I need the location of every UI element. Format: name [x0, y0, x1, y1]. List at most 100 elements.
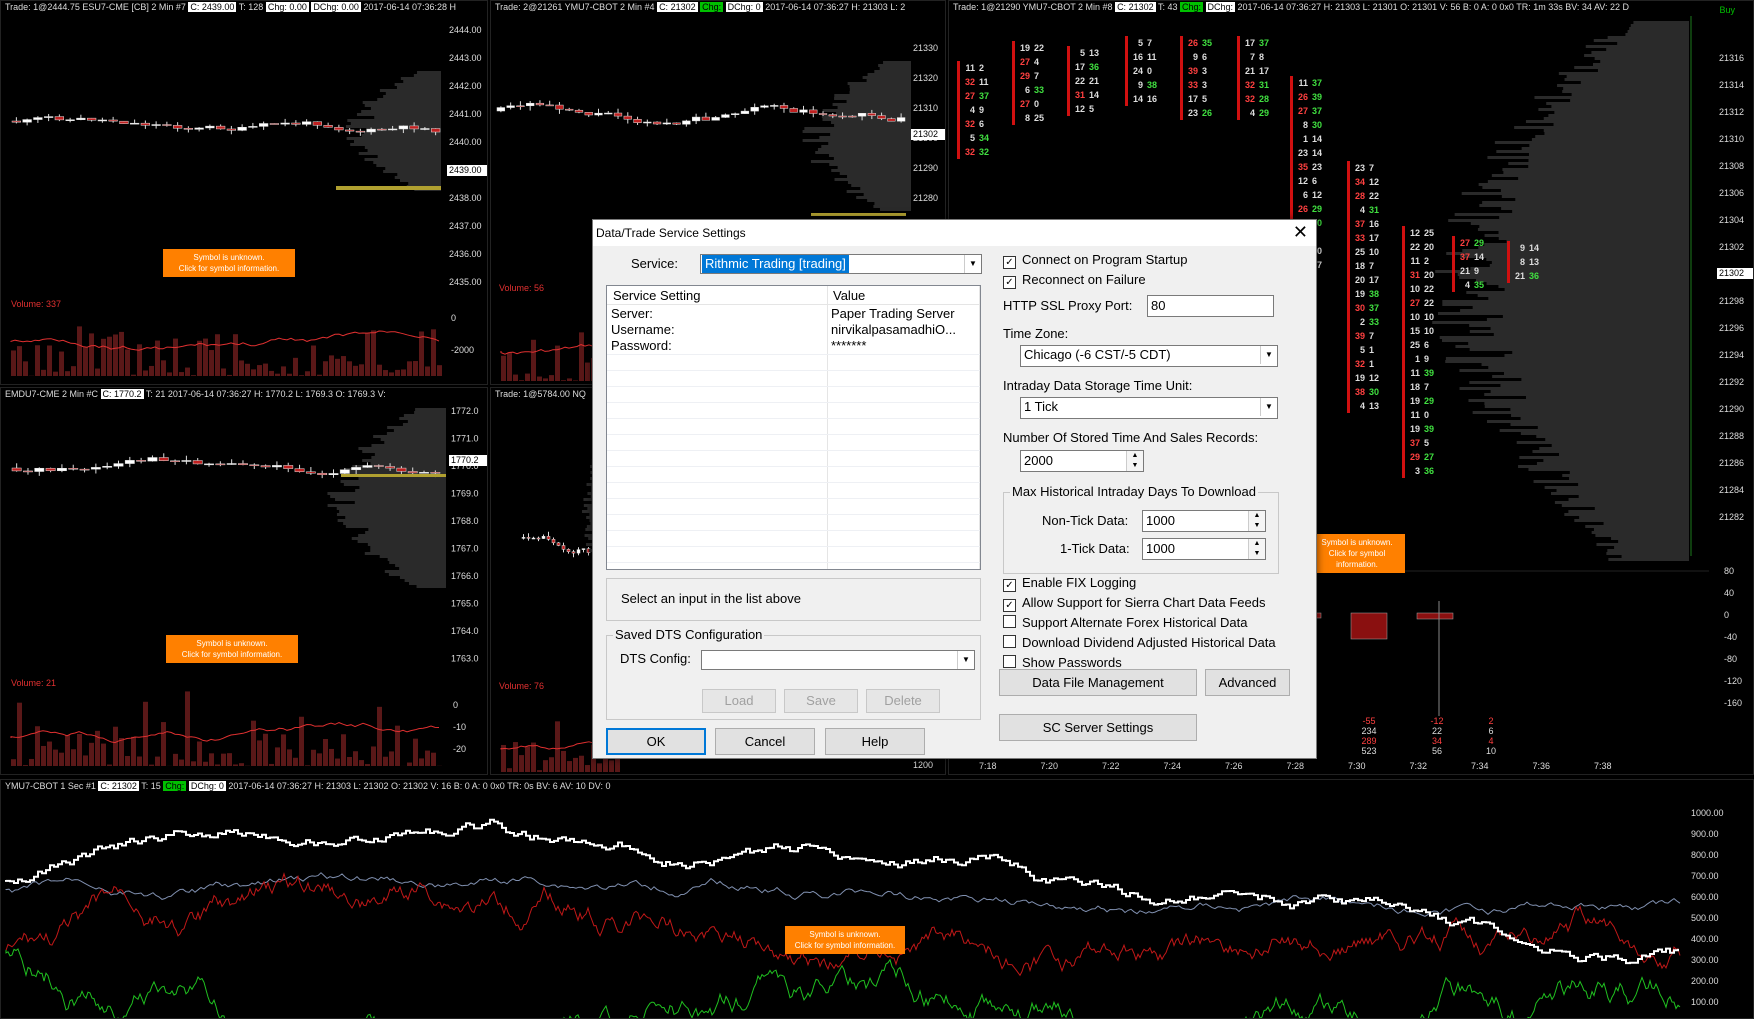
price-tick-label: 21306 — [1719, 188, 1744, 198]
chevron-down-icon[interactable]: ▼ — [1260, 398, 1277, 416]
candle-body — [770, 105, 779, 107]
candle-body — [419, 472, 429, 474]
chevron-down-icon[interactable]: ▼ — [957, 651, 974, 669]
load-button[interactable]: Load — [702, 689, 776, 713]
dts-config-select[interactable]: ▼ — [701, 650, 975, 670]
reconnect-failure-checkbox[interactable]: ✓ Reconnect on Failure — [1003, 272, 1146, 289]
timezone-select[interactable]: Chicago (-6 CST/-5 CDT) ▼ — [1020, 345, 1278, 367]
volume-bar — [233, 764, 238, 766]
volume-profile-bar — [1554, 111, 1689, 114]
save-button[interactable]: Save — [784, 689, 858, 713]
candle-body — [57, 468, 67, 472]
cancel-button[interactable]: Cancel — [715, 728, 815, 755]
price-tick-label: 1772.0 — [451, 406, 479, 416]
volume-bar — [209, 753, 214, 766]
sc-data-feeds-checkbox[interactable]: ✓ Allow Support for Sierra Chart Data Fee… — [1003, 595, 1266, 612]
price-tick-label: 21316 — [1719, 53, 1744, 63]
volume-profile-bar — [346, 137, 441, 140]
volume-profile-bar — [404, 579, 446, 582]
volume-profile-bar — [394, 83, 441, 86]
volume-profile-bar — [1442, 300, 1689, 303]
footprint-ask: 14 — [1474, 252, 1484, 262]
volume-profile-bar — [1544, 486, 1689, 489]
chevron-down-icon[interactable]: ▼ — [964, 255, 981, 273]
volume-profile-bar — [1469, 381, 1689, 384]
volume-profile-bar — [1595, 534, 1689, 537]
chevron-down-icon[interactable]: ▼ — [1260, 346, 1277, 364]
volume-profile-bar — [1482, 201, 1689, 204]
show-passwords-checkbox[interactable]: Show Passwords — [1003, 655, 1122, 670]
footprint-ask: 39 — [1424, 368, 1434, 378]
footprint-ask: 31 — [1369, 205, 1379, 215]
volume-profile-bar — [400, 179, 441, 182]
footprint-bid: 29 — [1410, 452, 1420, 462]
spin-icon[interactable]: ▲ ▼ — [1126, 451, 1143, 471]
alt-forex-checkbox[interactable]: Support Alternate Forex Historical Data — [1003, 615, 1247, 630]
volume-profile-bar — [383, 95, 441, 98]
footprint-bid: 22 — [1410, 242, 1420, 252]
ok-button[interactable]: OK — [606, 728, 706, 755]
spin-icon[interactable]: ▲ ▼ — [1248, 539, 1265, 559]
non-tick-input[interactable]: 1000 ▲ ▼ — [1142, 510, 1266, 532]
list-item[interactable]: Password: ******* — [607, 338, 980, 354]
sc-server-settings-button[interactable]: SC Server Settings — [999, 714, 1197, 741]
candle-body — [838, 115, 847, 118]
stored-records-input[interactable]: 2000 ▲ ▼ — [1020, 450, 1144, 472]
volume-bar — [149, 365, 154, 376]
symbol-unknown-notice[interactable]: Symbol is unknown. Click for symbol info… — [163, 249, 295, 277]
storage-unit-select[interactable]: 1 Tick ▼ — [1020, 397, 1278, 419]
symbol-unknown-notice[interactable]: Symbol is unknown. Click for symbol info… — [785, 926, 905, 954]
candle-body — [576, 549, 581, 554]
chart-pane-emdu7[interactable]: EMDU7-CME 2 Min #C C: 1770.2 T: 21 2017-… — [0, 387, 488, 775]
indicator-line — [10, 722, 440, 744]
dividend-adjusted-checkbox[interactable]: Download Dividend Adjusted Historical Da… — [1003, 635, 1276, 650]
fix-logging-checkbox[interactable]: ✓ Enable FIX Logging — [1003, 575, 1136, 592]
dialog-titlebar[interactable]: Data/Trade Service Settings ✕ — [593, 220, 1316, 246]
footprint-bid: 19 — [1355, 373, 1365, 383]
volume-profile-bar — [402, 423, 446, 426]
volume-profile-bar — [356, 113, 441, 116]
symbol-unknown-notice[interactable]: Symbol is unknown. Click for symbol info… — [166, 635, 298, 663]
chart-pane-bottom[interactable]: YMU7-CBOT 1 Sec #1 C: 21302 T: 15 Chg: D… — [0, 779, 1754, 1019]
volume-label: Volume: 56 — [499, 283, 545, 293]
volume-profile-bar — [1508, 162, 1689, 165]
footprint-ask: 35 — [1474, 280, 1484, 290]
volume-profile-bar — [379, 555, 446, 558]
volume-bar — [531, 742, 536, 772]
close-icon[interactable]: ✕ — [1293, 222, 1308, 243]
footprint-ask: 23 — [1312, 162, 1322, 172]
volume-bar — [149, 764, 154, 766]
volume-profile-bar — [834, 97, 911, 100]
chart-pane-esu7[interactable]: Trade: 1@2444.75 ESU7-CME [CB] 2 Min #7 … — [0, 0, 488, 385]
current-price-label: 2439.00 — [449, 165, 482, 175]
spin-icon[interactable]: ▲ ▼ — [1248, 511, 1265, 531]
list-item[interactable]: Username: nirvikalpasamadhiO... — [607, 322, 980, 338]
volume-bar — [101, 338, 106, 376]
proxy-port-input[interactable]: 80 — [1147, 295, 1274, 317]
service-settings-list[interactable]: Service Setting Value Server: Paper Trad… — [606, 285, 981, 570]
column-header-setting[interactable]: Service Setting — [613, 288, 700, 303]
data-file-management-button[interactable]: Data File Management — [999, 669, 1197, 696]
footprint-ask: 30 — [1369, 387, 1379, 397]
volume-bar — [335, 758, 340, 766]
volume-profile-bar — [802, 139, 911, 142]
column-header-value[interactable]: Value — [833, 288, 865, 303]
advanced-button[interactable]: Advanced — [1205, 669, 1290, 696]
volume-bar — [525, 746, 530, 772]
service-select[interactable]: Rithmic Trading [trading] ▼ — [700, 254, 982, 274]
volume-profile-bar — [1568, 498, 1689, 501]
one-tick-input[interactable]: 1000 ▲ ▼ — [1142, 538, 1266, 560]
candle-body — [97, 119, 107, 122]
volume-bar — [59, 752, 64, 766]
axis-tick-label: -2000 — [451, 345, 474, 355]
delete-button[interactable]: Delete — [866, 689, 940, 713]
list-item[interactable]: Server: Paper Trading Server — [607, 306, 980, 322]
axis-tick-label: -120 — [1724, 676, 1742, 686]
volume-profile-bar — [1606, 48, 1689, 51]
volume-profile-bar — [1528, 159, 1689, 162]
volume-profile-bar — [335, 498, 446, 501]
help-button[interactable]: Help — [825, 728, 925, 755]
symbol-unknown-notice[interactable]: Symbol is unknown. Click for symbol info… — [1309, 534, 1405, 573]
connect-startup-checkbox[interactable]: ✓ Connect on Program Startup — [1003, 252, 1187, 269]
candle-body — [604, 112, 613, 115]
